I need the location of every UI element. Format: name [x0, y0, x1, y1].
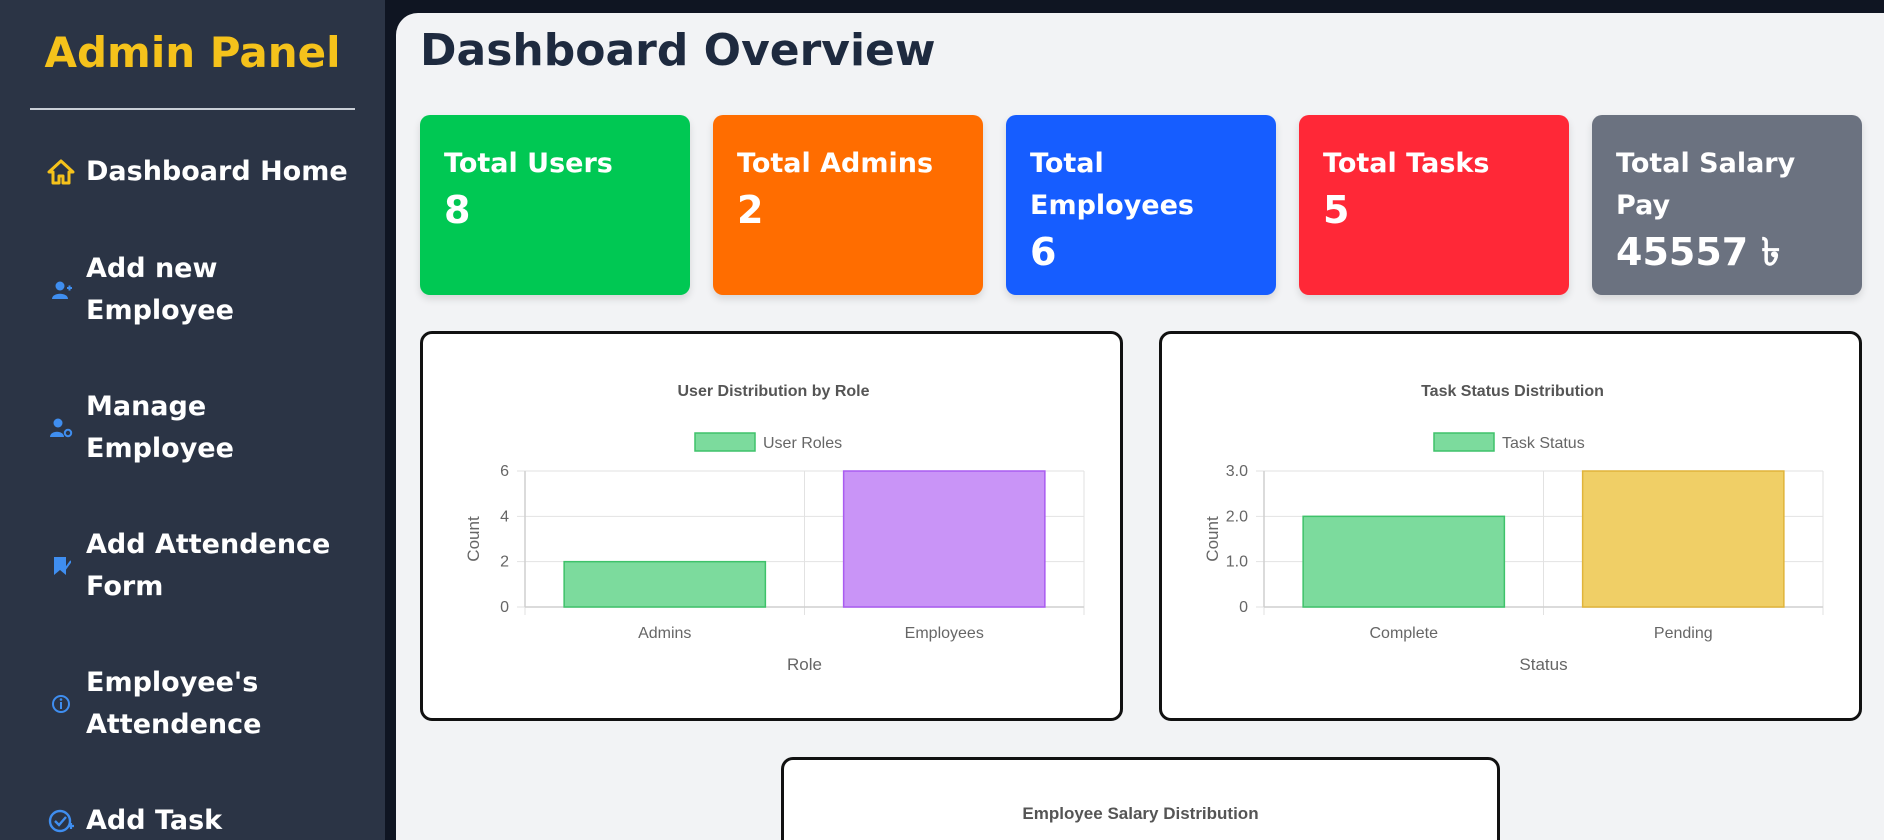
sidebar-item-label: Add Attendence Form [86, 529, 331, 602]
chart-task-status-svg: Task Status Distribution Task Status 0 1.0 2… [1203, 383, 1824, 674]
info-circle-icon [46, 694, 76, 714]
y-tick-label: 3.0 [1226, 463, 1248, 480]
y-tick-label: 1.0 [1226, 554, 1248, 571]
legend-label: User Roles [763, 435, 842, 452]
sidebar-item-employee-attendence[interactable]: Employee's Attendence [46, 662, 356, 746]
sidebar-item-add-attendence-form[interactable]: Add Attendence Form [46, 524, 356, 608]
y-tick-label: 2.0 [1226, 508, 1248, 525]
legend-swatch [694, 432, 756, 452]
sidebar-item-manage-employee[interactable]: Manage Employee [46, 386, 356, 470]
stat-card-total-admins: Total Admins 2 [713, 115, 983, 295]
stat-card-total-salary-pay: Total Salary Pay 45557 ৳ [1592, 115, 1862, 295]
chart-user-distribution: User Distribution by Role User Roles 0 2 4 6 A… [420, 331, 1123, 721]
legend-swatch [1433, 432, 1495, 452]
stat-card-value: 8 [444, 188, 471, 232]
user-add-icon [46, 279, 76, 301]
bookmark-check-icon [46, 555, 76, 577]
y-tick-label: 4 [500, 508, 509, 525]
stat-card-total-users: Total Users 8 [420, 115, 690, 295]
chart-title: User Distribution by Role [677, 383, 869, 400]
bar-employees [842, 470, 1046, 608]
stat-card-value: 45557 ৳ [1616, 230, 1781, 274]
stat-card-total-tasks: Total Tasks 5 [1299, 115, 1569, 295]
brand-title: Admin Panel [44, 28, 341, 77]
stat-card-value: 2 [737, 188, 764, 232]
x-tick-label: Admins [638, 625, 691, 642]
sidebar-item-add-task[interactable]: Add Task [46, 800, 356, 840]
sidebar-item-label: Add new Employee [86, 253, 234, 326]
sidebar-item-add-employee[interactable]: Add new Employee [46, 248, 356, 332]
sidebar-item-label: Manage Employee [86, 391, 234, 464]
stat-card-label: Total Users [444, 148, 613, 179]
chart-title: Task Status Distribution [1421, 383, 1604, 400]
y-axis-label: Count [464, 516, 483, 562]
y-tick-label: 0 [1239, 599, 1248, 616]
bar-complete [1302, 515, 1506, 608]
task-check-icon [46, 808, 76, 834]
y-tick-label: 6 [500, 463, 509, 480]
stat-card-label: Total Tasks [1323, 148, 1490, 179]
sidebar-item-label: Employee's Attendence [86, 667, 262, 740]
stat-card-value: 6 [1030, 230, 1057, 274]
legend-label: Task Status [1502, 435, 1585, 452]
main-content: Dashboard Overview Total Users 8 Total A… [396, 13, 1884, 840]
x-axis-label: Role [787, 655, 822, 674]
home-icon [46, 159, 76, 185]
page-title: Dashboard Overview [420, 25, 936, 76]
stat-card-label: Total Employees [1030, 148, 1195, 221]
stat-card-total-employees: Total Employees 6 [1006, 115, 1276, 295]
x-tick-label: Employees [905, 625, 984, 642]
y-tick-label: 0 [500, 599, 509, 616]
sidebar-item-label: Dashboard Home [86, 156, 348, 187]
x-axis-label: Status [1519, 655, 1567, 674]
y-axis-label: Count [1203, 516, 1222, 562]
user-gear-icon [46, 417, 76, 439]
x-tick-label: Complete [1370, 625, 1439, 642]
sidebar: Admin Panel Dashboard Home Add new Emplo… [0, 0, 385, 840]
chart-title: Employee Salary Distribution [1022, 804, 1259, 823]
stat-card-label: Total Admins [737, 148, 934, 179]
chart-employee-salary: Employee Salary Distribution [781, 757, 1500, 840]
bar-admins [563, 560, 767, 608]
sidebar-item-label: Add Task [86, 805, 223, 836]
x-tick-label: Pending [1654, 625, 1713, 642]
brand-divider [30, 108, 355, 110]
sidebar-item-dashboard-home[interactable]: Dashboard Home [46, 151, 356, 193]
stat-card-label: Total Salary Pay [1616, 148, 1796, 221]
stat-card-value: 5 [1323, 188, 1350, 232]
y-tick-label: 2 [500, 554, 509, 571]
chart-user-distribution-svg: User Distribution by Role User Roles 0 2 4 6 A… [464, 383, 1085, 674]
chart-task-status: Task Status Distribution Task Status 0 1.0 2… [1159, 331, 1862, 721]
bar-pending [1581, 470, 1785, 608]
